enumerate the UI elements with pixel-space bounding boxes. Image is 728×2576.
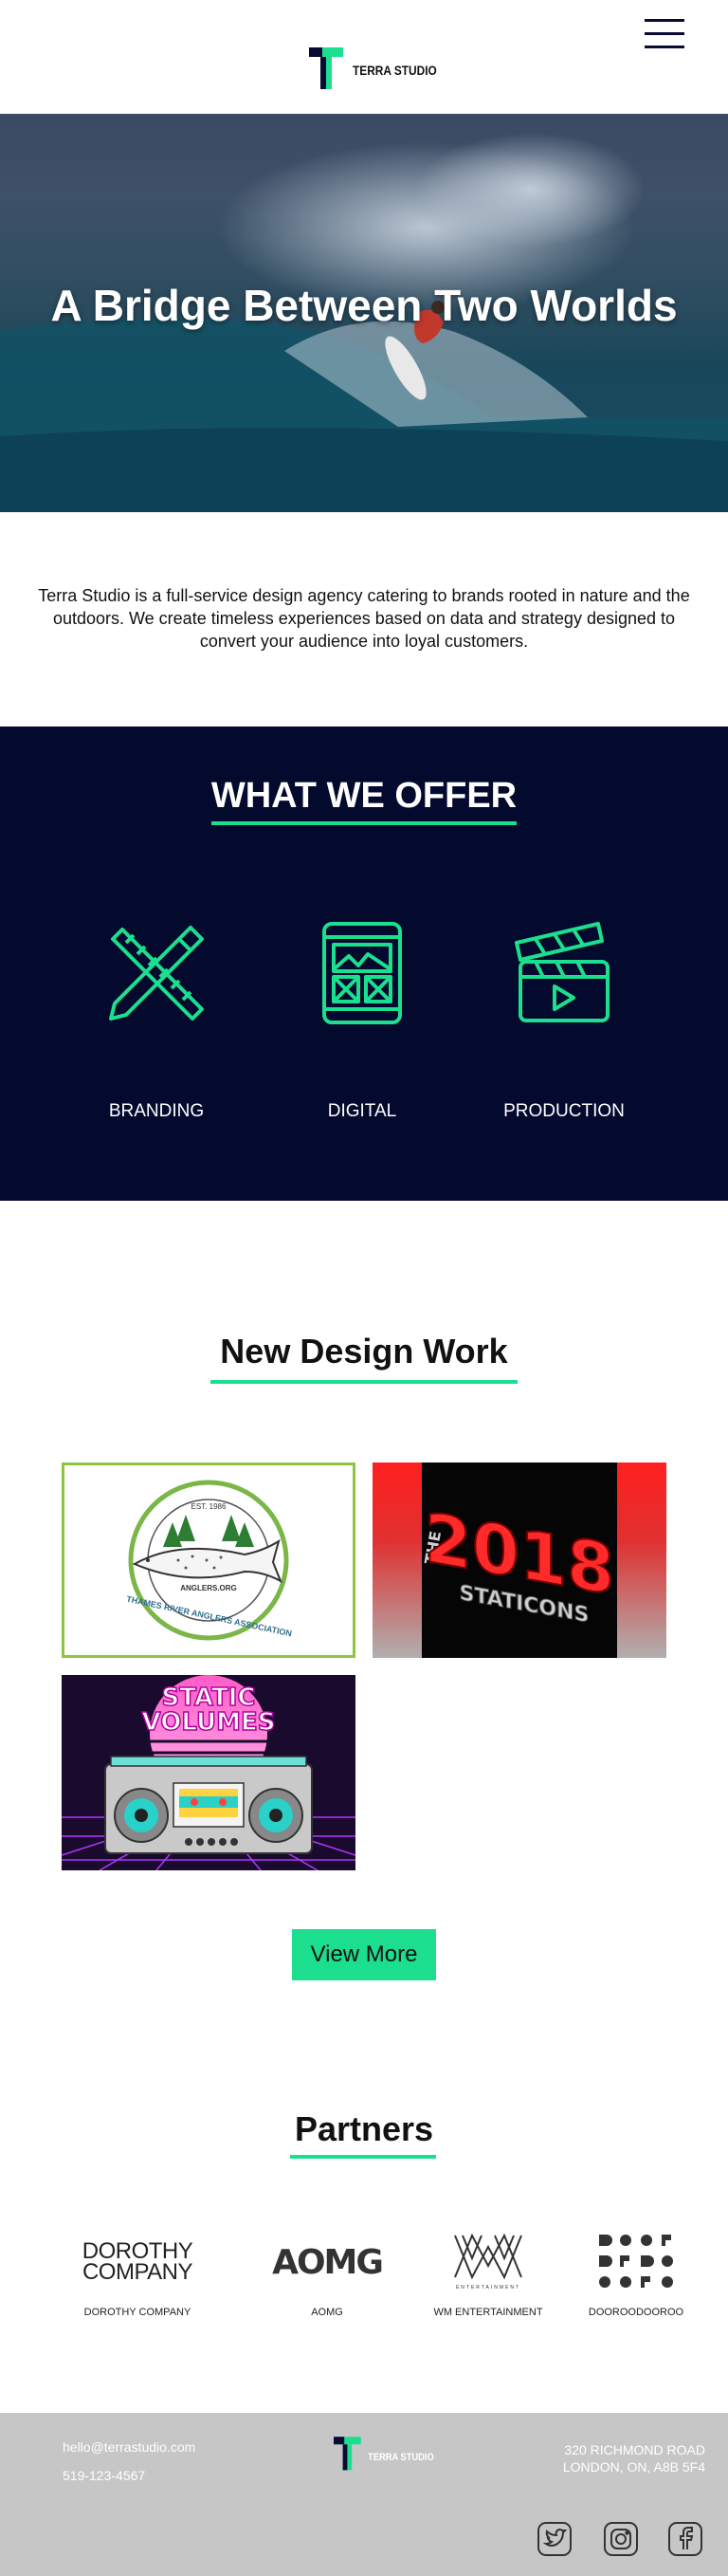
- service-production[interactable]: [469, 916, 659, 1030]
- footer-email-link[interactable]: hello@terrastudio.com: [63, 2439, 195, 2455]
- footer-address-line1: 320 RICHMOND ROAD: [564, 2442, 705, 2457]
- service-label-production: PRODUCTION: [503, 1101, 625, 1121]
- offer-title: WHAT WE OFFER: [210, 776, 518, 816]
- instagram-icon[interactable]: [603, 2521, 639, 2557]
- work-card-static-volumes[interactable]: STATIC VOLUMES: [62, 1675, 355, 1870]
- ruler-pencil-icon: [109, 926, 204, 1021]
- partner-aomg[interactable]: AOMG AOMG: [246, 2229, 408, 2319]
- work-title-underline: [210, 1380, 518, 1384]
- service-digital[interactable]: [267, 916, 457, 1030]
- partners-title-underline: [290, 2155, 436, 2159]
- service-label-digital: DIGITAL: [327, 1101, 397, 1121]
- partners-title: Partners: [294, 2109, 434, 2148]
- dooroodooroo-logo: [555, 2229, 717, 2295]
- partner-label-wm: WM ENTERTAINMENT: [433, 2307, 543, 2318]
- partner-label-dorothy: DOROTHY COMPANY: [83, 2307, 191, 2318]
- footer-address-line2: LONDON, ON, A8B 5F4: [562, 2459, 705, 2475]
- service-branding[interactable]: [62, 916, 251, 1030]
- anglers-est-text: EST. 1986: [191, 1502, 227, 1511]
- partner-dooroodooroo[interactable]: DOOROODOOROO: [555, 2229, 717, 2318]
- work-card-thames-river-anglers[interactable]: EST. 1986 ANGLERS.ORG THAMES RIVER ANGLE…: [62, 1463, 355, 1658]
- dooroodooroo-logo-mark-icon: [599, 2235, 673, 2288]
- footer-address: 320 RICHMOND ROAD LONDON, ON, A8B 5F4: [563, 2441, 705, 2475]
- static-volumes-artwork-image: STATIC VOLUMES: [62, 1675, 355, 1870]
- wireframe-tablet-icon: [322, 922, 402, 1024]
- service-label-branding: BRANDING: [108, 1101, 205, 1121]
- offer-section: WHAT WE OFFER BRANDING DIGITAL PRODUCTIO…: [0, 727, 728, 1201]
- aomg-logo: AOMG: [246, 2229, 408, 2295]
- aomg-logo-text: AOMG: [272, 2242, 384, 2282]
- footer-phone-link[interactable]: 519-123-4567: [63, 2468, 145, 2483]
- menu-icon[interactable]: [645, 19, 684, 49]
- terra-logo-icon: [309, 46, 347, 89]
- partner-label-dooroodooroo: DOOROODOOROO: [588, 2307, 684, 2318]
- staticons-artwork-image: THE 2018 STATICONS: [421, 1463, 617, 1658]
- footer-logo[interactable]: TERRA STUDIO: [334, 2434, 446, 2476]
- view-more-button[interactable]: View More: [292, 1929, 436, 1980]
- anglers-site-text: ANGLERS.ORG: [180, 1584, 237, 1592]
- wm-entertainment-logo: ENTERTAINMENT: [408, 2229, 569, 2295]
- twitter-icon[interactable]: [537, 2521, 573, 2557]
- anglers-logo-image: EST. 1986 ANGLERS.ORG THAMES RIVER ANGLE…: [125, 1480, 293, 1641]
- anglers-arc-text: THAMES RIVER ANGLERS ASSOCIATION: [125, 1594, 292, 1639]
- work-card-2018-staticons[interactable]: THE 2018 STATICONS: [373, 1463, 666, 1658]
- work-title: New Design Work: [220, 1332, 508, 1371]
- offer-title-underline: [211, 821, 517, 825]
- site-footer: hello@terrastudio.com 519-123-4567 TERRA…: [0, 2413, 728, 2576]
- wm-logo-mark-icon: [454, 2234, 522, 2280]
- hero-title: A Bridge Between Two Worlds: [50, 281, 678, 330]
- footer-logo-text: TERRA STUDIO: [368, 2451, 434, 2463]
- site-header: TERRA STUDIO: [0, 0, 728, 114]
- clapperboard-icon: [515, 922, 610, 1022]
- partner-wm-entertainment[interactable]: ENTERTAINMENT WM ENTERTAINMENT: [408, 2229, 569, 2318]
- hero-banner: A Bridge Between Two Worlds: [0, 114, 728, 512]
- dorothy-logo-line2: COMPANY: [82, 2259, 193, 2285]
- intro-text: Terra Studio is a full-service design ag…: [38, 586, 690, 651]
- wm-logo-sub: ENTERTAINMENT: [455, 2285, 521, 2291]
- terra-footer-logo-icon: [334, 2434, 364, 2476]
- dorothy-company-logo: DOROTHY COMPANY: [57, 2229, 218, 2295]
- header-logo[interactable]: TERRA STUDIO: [309, 46, 451, 89]
- header-logo-text: TERRA STUDIO: [353, 63, 437, 78]
- facebook-icon[interactable]: [667, 2521, 703, 2557]
- partner-dorothy-company[interactable]: DOROTHY COMPANY DOROTHY COMPANY: [57, 2229, 218, 2319]
- partner-label-aomg: AOMG: [311, 2307, 343, 2318]
- static-volumes-line2: VOLUMES: [142, 1708, 276, 1737]
